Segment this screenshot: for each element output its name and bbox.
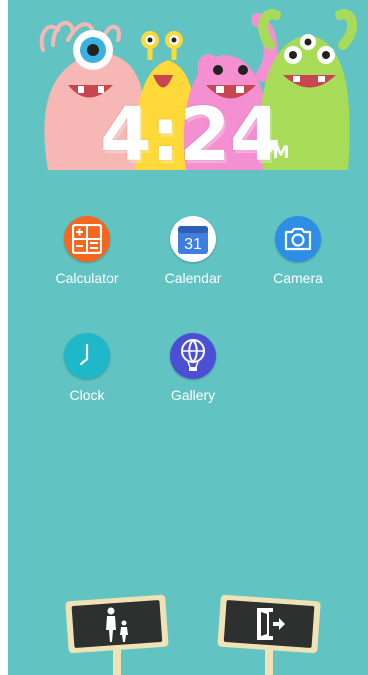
app-calendar[interactable]: 31 Calendar [147, 216, 239, 286]
clock-icon [64, 333, 110, 379]
clock-widget[interactable]: 4:24 PM [8, 95, 368, 175]
home-screen: 4:24 PM Calculator 31 Calendar Camera Cl… [8, 0, 368, 675]
app-gallery[interactable]: Gallery [147, 333, 239, 403]
exit-sign-button[interactable] [213, 590, 325, 675]
app-label: Gallery [170, 387, 216, 403]
gallery-icon [170, 333, 216, 379]
clock-ampm: PM [260, 143, 290, 163]
camera-icon [275, 216, 321, 262]
app-calculator[interactable]: Calculator [41, 216, 133, 286]
app-label: Clock [69, 387, 105, 403]
app-label: Calculator [55, 270, 119, 286]
calendar-icon: 31 [170, 216, 216, 262]
app-clock[interactable]: Clock [41, 333, 133, 403]
app-label: Calendar [164, 270, 222, 286]
calendar-day: 31 [184, 236, 202, 253]
parent-mode-sign-button[interactable] [61, 590, 173, 675]
calculator-icon [64, 216, 110, 262]
clock-time: 4:24 [100, 92, 281, 178]
app-label: Camera [273, 270, 323, 286]
app-camera[interactable]: Camera [252, 216, 344, 286]
